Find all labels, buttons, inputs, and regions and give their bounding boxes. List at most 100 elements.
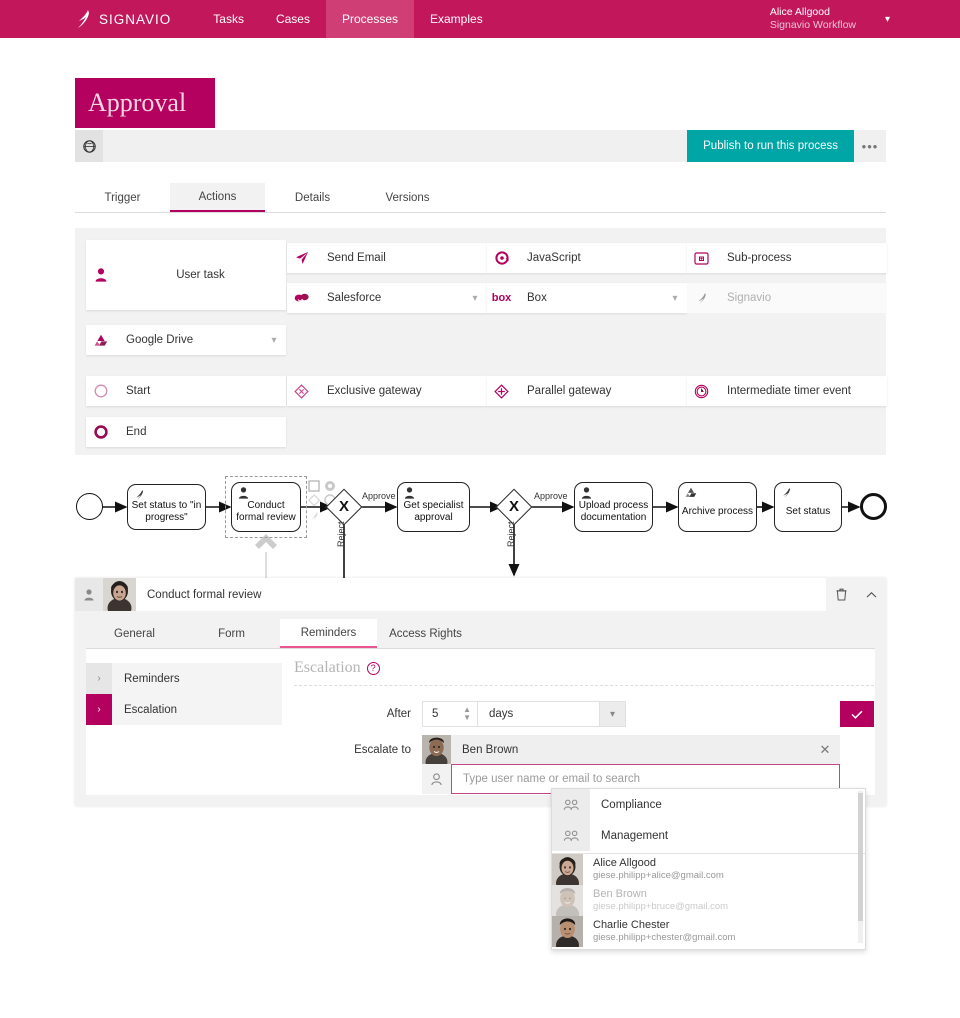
chevron-down-icon[interactable]: ▾ [463,283,487,313]
wrench-icon [311,512,318,522]
side-item-escalation[interactable]: › Escalation [86,694,282,725]
task-detail-header: Conduct formal review [75,578,886,611]
dropdown-group-compliance[interactable]: Compliance [552,789,865,820]
dropdown-user-charlie-chester[interactable]: Charlie Chester giese.philipp+chester@gm… [552,916,865,947]
assignee-name: Ben Brown [462,743,519,756]
chevron-down-icon[interactable]: ▾ [600,701,626,727]
confirm-button[interactable] [840,701,874,727]
escalation-heading-row: Escalation ? [294,659,874,686]
diagram-flow-label-reject-2: Reject [506,521,516,547]
user-task-icon [238,487,249,499]
tab-form[interactable]: Form [183,619,280,648]
side-item-reminders[interactable]: › Reminders [86,663,282,694]
assignee-chip: Ben Brown ✕ [422,735,840,764]
palette-label-parallel-gateway: Parallel gateway [527,385,612,397]
dropdown-group-management[interactable]: Management [552,820,865,851]
trash-icon[interactable] [826,578,856,611]
diagram-node-get-specialist-approval[interactable]: Get specialist approval [397,482,470,532]
palette-item-salesforce[interactable]: Salesforce ▾ [287,283,487,313]
diagram-flow-label-reject-1: Reject [336,521,346,547]
side-item-label-reminders: Reminders [124,672,180,685]
tab-reminders[interactable]: Reminders [280,619,377,648]
task-title-input[interactable]: Conduct formal review [136,578,826,611]
globe-icon[interactable] [75,130,103,162]
diagram-start-event[interactable] [76,493,103,520]
spinner-icon[interactable]: ▲ ▼ [463,706,471,722]
publish-button[interactable]: Publish to run this process [687,130,854,162]
dropdown-user-text: Charlie Chester giese.philipp+chester@gm… [583,916,865,947]
user-search-dropdown[interactable]: Compliance Management Alice Allgood gies… [551,788,866,950]
user-menu[interactable]: Alice Allgood Signavio Workflow ▾ [770,0,890,38]
brand-name: SIGNAVIO [99,11,172,27]
check-icon [851,710,863,719]
palette-label-sub-process: Sub-process [727,252,792,264]
palette-item-end-event[interactable]: End [86,417,286,447]
palette-item-parallel-gateway[interactable]: Parallel gateway [487,376,687,406]
diagram-node-conduct-formal-review[interactable]: Conduct formal review [231,482,301,532]
dropdown-user-name: Ben Brown [593,888,647,901]
diagram-node-upload-process-documentation[interactable]: Upload process documentation [574,482,653,532]
palette-item-sub-process[interactable]: Sub-process [687,243,887,273]
user-task-icon [581,487,592,499]
nav-item-processes[interactable]: Processes [325,0,414,38]
palette-label-end: End [126,426,147,438]
tab-details[interactable]: Details [265,183,360,212]
start-event-icon [86,376,115,406]
more-options-button[interactable]: ••• [854,130,886,162]
dropdown-user-email: giese.philipp+alice@gmail.com [593,870,724,882]
diagram-end-event[interactable] [860,493,887,520]
end-event-icon [86,417,115,447]
bpmn-diagram-canvas[interactable]: Set status to "in progress" Conduct form… [0,462,960,587]
palette-item-user-task[interactable]: User task [86,240,286,310]
palette-item-intermediate-timer-event[interactable]: Intermediate timer event [687,376,887,406]
tab-versions[interactable]: Versions [360,183,455,212]
diagram-flow-label-approve-1: Approve [362,491,396,501]
escalation-after-row: After 5 ▲ ▼ days ▾ [294,701,874,727]
chevron-up-icon[interactable] [856,578,886,611]
dropdown-user-alice-allgood[interactable]: Alice Allgood giese.philipp+alice@gmail.… [552,854,865,885]
nav-item-tasks[interactable]: Tasks [197,0,260,38]
user-name: Alice Allgood [769,5,830,18]
element-palette: User task Google Drive ▾ Send Email Java… [75,228,887,455]
avatar [552,916,583,947]
chevron-down-icon[interactable]: ▾ [663,283,687,313]
after-label: After [386,708,411,720]
user-organization: Signavio Workflow [769,19,856,31]
nav-item-cases[interactable]: Cases [260,0,326,38]
after-value-input[interactable]: 5 ▲ ▼ [422,701,478,727]
user-menu-text: Alice Allgood Signavio Workflow [770,6,856,32]
palette-item-exclusive-gateway[interactable]: Exclusive gateway [287,376,487,406]
palette-label-javascript: JavaScript [527,252,581,264]
avatar [552,854,583,885]
palette-item-send-email[interactable]: Send Email [287,243,487,273]
after-value: 5 [432,708,439,720]
javascript-icon [487,243,516,273]
palette-item-google-drive[interactable]: Google Drive ▾ [86,325,286,355]
signavio-task-icon [782,487,790,499]
group-icon [552,789,590,820]
diagram-label-archive-process: Archive process [681,505,754,517]
dropdown-scrollbar-thumb[interactable] [858,793,863,921]
process-tabs: Trigger Actions Details Versions [75,183,886,213]
send-email-icon [287,243,316,273]
nav-item-examples[interactable]: Examples [414,0,499,38]
chevron-down-icon[interactable]: ▾ [262,325,286,355]
tab-actions[interactable]: Actions [170,183,265,212]
globe-icon-svg [82,139,96,153]
after-unit-select[interactable]: days [478,701,600,727]
diagram-node-set-status-progress[interactable]: Set status to "in progress" [127,484,206,530]
tab-access-rights[interactable]: Access Rights [377,619,474,648]
tab-trigger[interactable]: Trigger [75,183,170,212]
process-action-bar: Publish to run this process ••• [75,130,886,162]
palette-item-start-event[interactable]: Start [86,376,286,406]
avatar [422,735,451,764]
help-icon[interactable]: ? [366,661,380,675]
palette-item-javascript[interactable]: JavaScript [487,243,687,273]
avatar [103,578,136,611]
diagram-node-set-status[interactable]: Set status [774,482,842,532]
diagram-node-archive-process[interactable]: Archive process [678,482,757,532]
tab-general[interactable]: General [86,619,183,648]
palette-item-box[interactable]: box Box ▾ [487,283,687,313]
close-icon[interactable]: ✕ [810,742,840,758]
brand-logo-area[interactable]: SIGNAVIO [75,9,171,29]
